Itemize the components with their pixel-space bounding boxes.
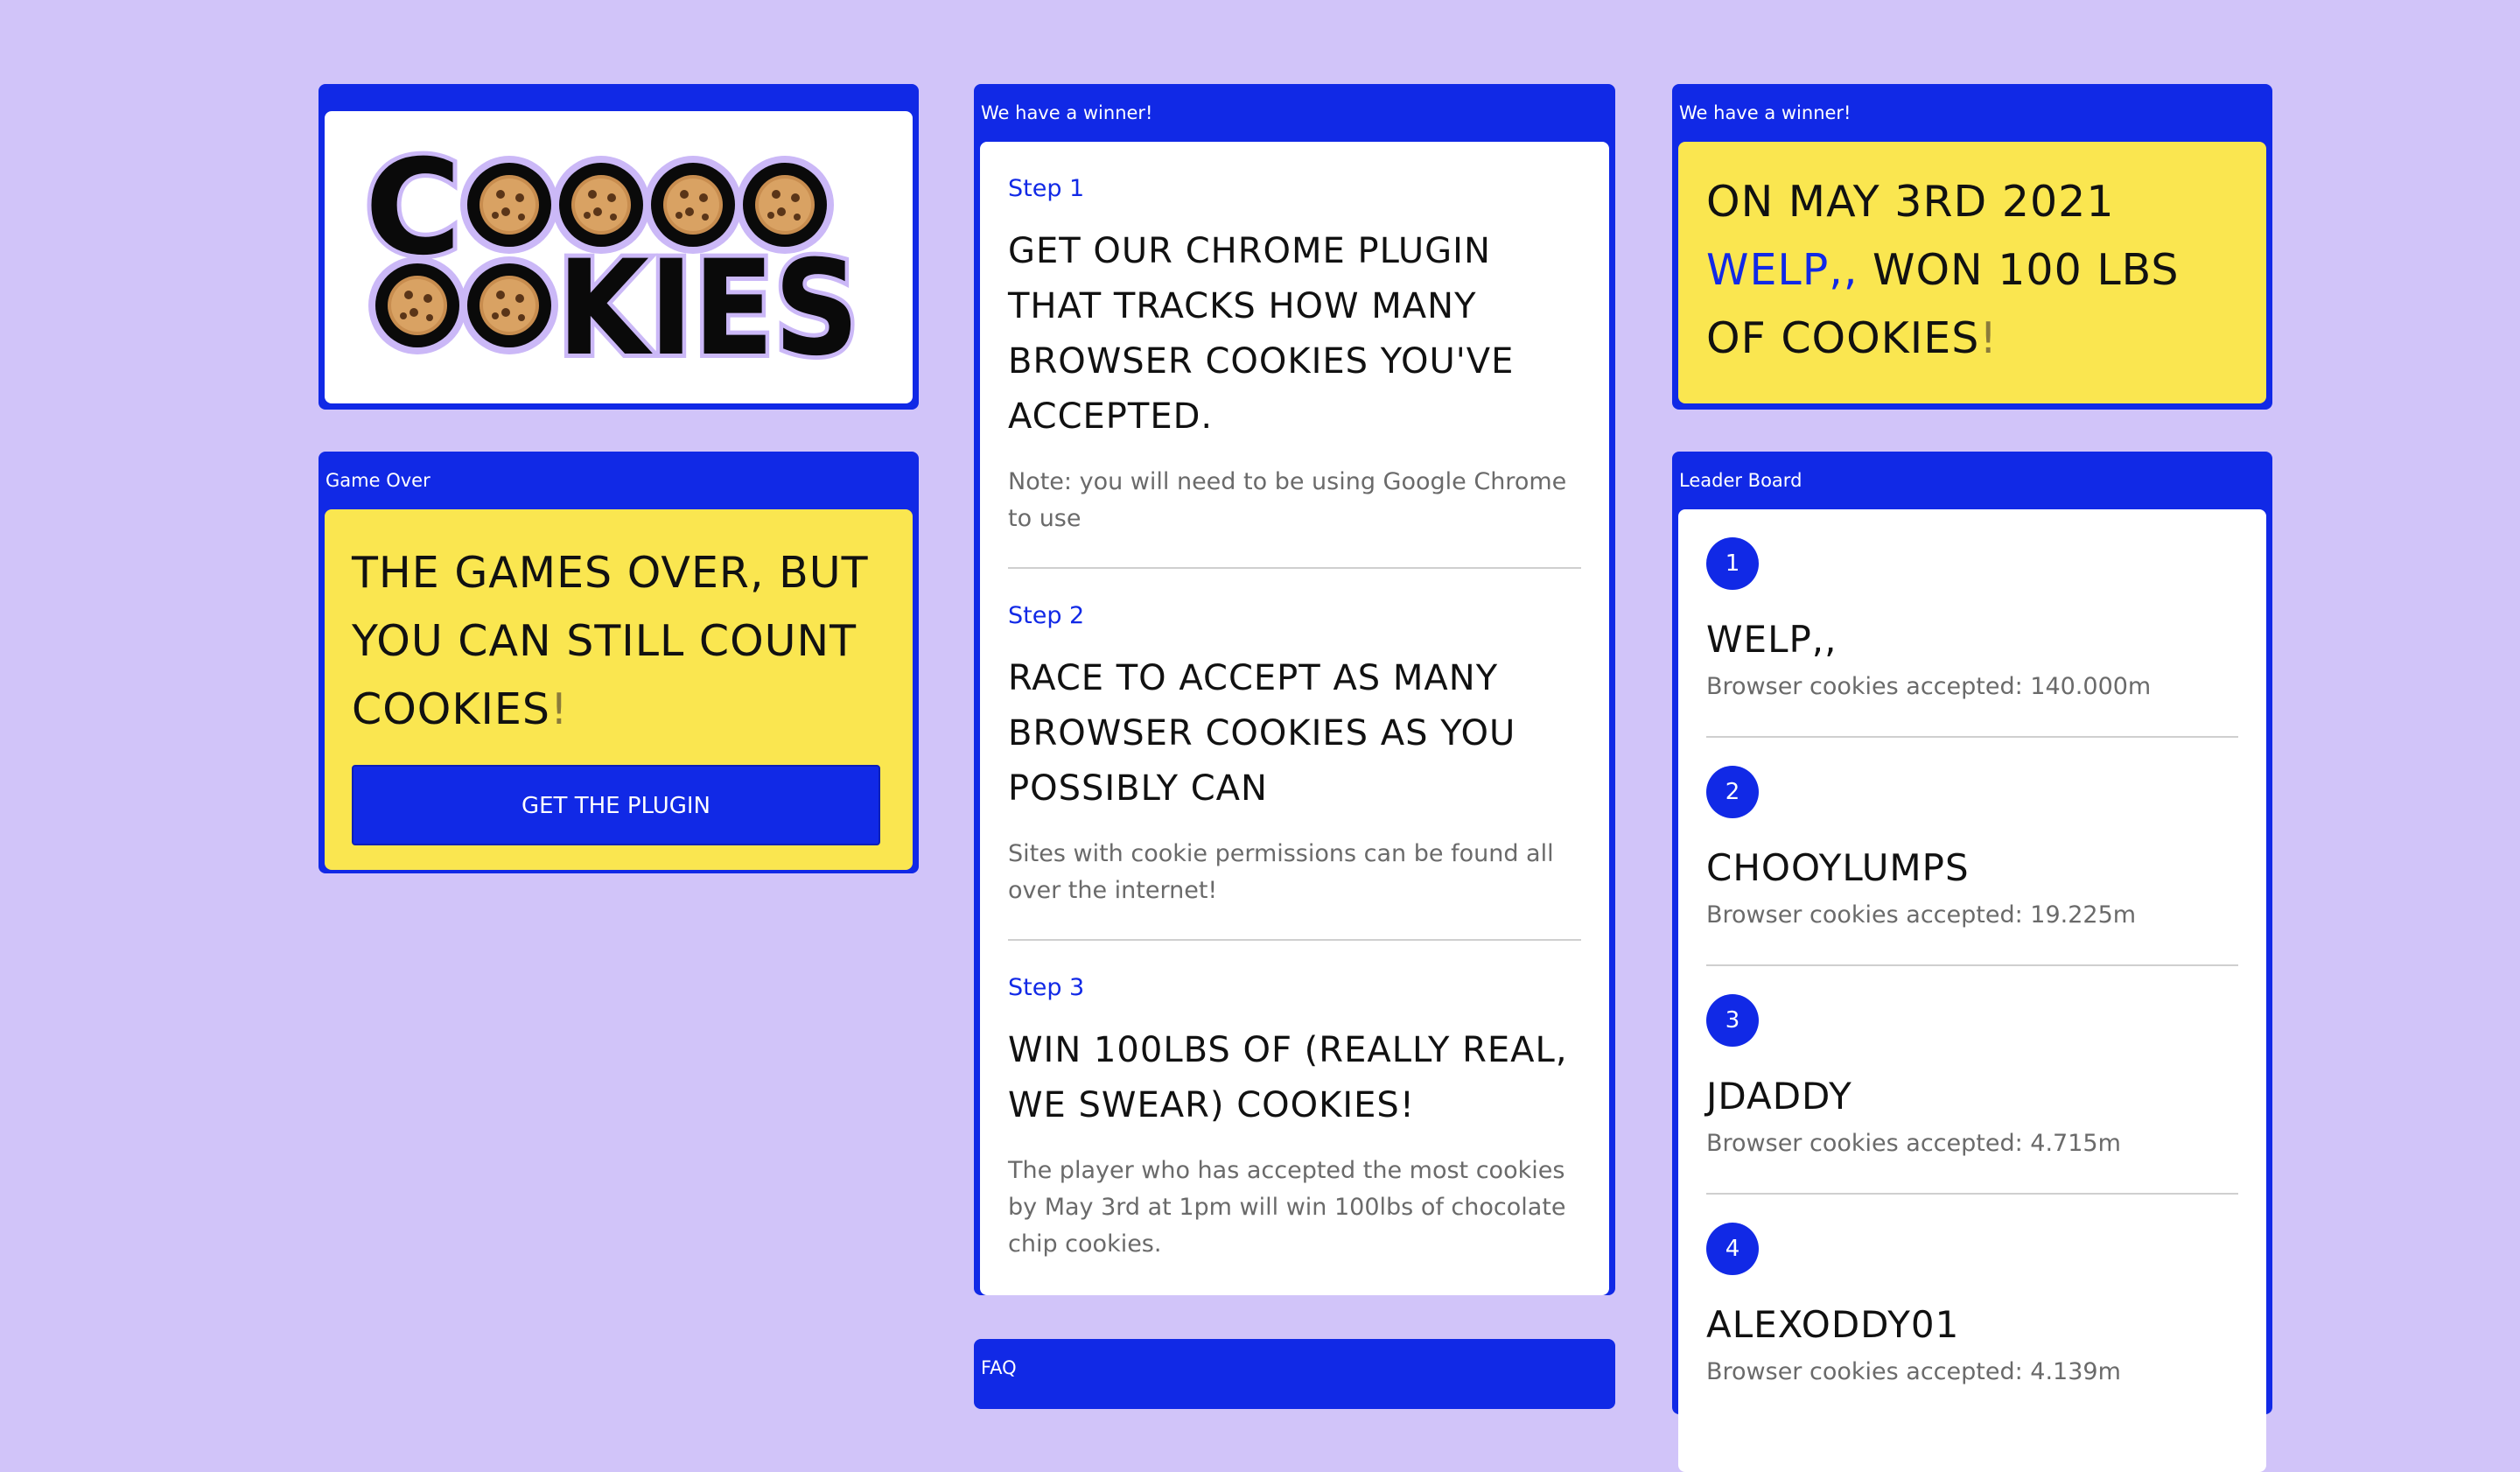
player-name: CHOOYLUMPS [1706, 846, 1970, 889]
faq-card: FAQ [974, 1339, 1615, 1409]
cookie-icon [460, 256, 558, 354]
cookie-count: Browser cookies accepted: 4.715m [1706, 1130, 2121, 1157]
step-label: Step 1 [1008, 175, 1085, 202]
step-note: Sites with cookie permissions can be fou… [1008, 840, 1554, 904]
player-name: ALEXODDY01 [1706, 1303, 1960, 1346]
step-item: Step 2 RACE TO ACCEPT AS MANY BROWSER CO… [1008, 569, 1581, 941]
logo-container: C KIES [325, 111, 913, 403]
winner-title: We have a winner! [1679, 102, 1852, 123]
winner-card: We have a winner! ON MAY 3RD 2021 WELP,, … [1672, 84, 2272, 410]
game-over-title: Game Over [326, 470, 430, 491]
leaderboard-card: Leader Board 1 WELP,, Browser cookies ac… [1672, 452, 2272, 1472]
player-name: WELP,, [1706, 618, 1838, 661]
rank-badge: 1 [1706, 537, 1759, 590]
steps-card: We have a winner! Step 1 GET OUR CHROME … [974, 84, 1615, 1295]
player-name: JDADDY [1706, 1075, 1852, 1118]
cookie-icon [368, 256, 466, 354]
logo-card: C KIES [318, 84, 919, 410]
game-over-body: THE GAMES OVER, BUT YOU CAN STILL COUNT … [325, 509, 913, 870]
logo-letters-kies: KIES [557, 233, 859, 367]
leaderboard-row: 4 ALEXODDY01 Browser cookies accepted: 4… [1706, 1195, 2238, 1423]
rank-badge: 4 [1706, 1223, 1759, 1275]
leaderboard-title: Leader Board [1679, 470, 1802, 491]
step-headline: WIN 100LBS OF (REALLY REAL, WE SWEAR) CO… [1008, 1030, 1568, 1125]
faq-title: FAQ [981, 1357, 1017, 1378]
winner-name: WELP,, [1706, 245, 1858, 295]
step-headline: RACE TO ACCEPT AS MANY BROWSER COOKIES A… [1008, 658, 1516, 809]
winner-announcement: ON MAY 3RD 2021 WELP,, WON 100 LBS OF COO… [1706, 177, 2180, 363]
leaderboard-row: 2 CHOOYLUMPS Browser cookies accepted: 1… [1706, 738, 2238, 966]
cookies-logo: C KIES [365, 148, 864, 367]
step-label: Step 3 [1008, 974, 1085, 1001]
step-note: Note: you will need to be using Google C… [1008, 468, 1567, 532]
step-item: Step 1 GET OUR CHROME PLUGIN THAT TRACKS… [1008, 142, 1581, 569]
step-label: Step 2 [1008, 602, 1085, 629]
steps-title: We have a winner! [981, 102, 1153, 123]
get-plugin-button[interactable]: GET THE PLUGIN [352, 765, 880, 845]
step-note: The player who has accepted the most coo… [1008, 1157, 1566, 1258]
leaderboard-list: 1 WELP,, Browser cookies accepted: 140.0… [1678, 509, 2266, 1472]
game-over-headline: THE GAMES OVER, BUT YOU CAN STILL COUNT … [352, 548, 869, 734]
leaderboard-row: 3 JDADDY Browser cookies accepted: 4.715… [1706, 966, 2238, 1195]
rank-badge: 3 [1706, 994, 1759, 1047]
steps-list: Step 1 GET OUR CHROME PLUGIN THAT TRACKS… [980, 142, 1609, 1295]
step-item: Step 3 WIN 100LBS OF (REALLY REAL, WE SW… [1008, 941, 1581, 1293]
cookie-count: Browser cookies accepted: 4.139m [1706, 1358, 2121, 1385]
cookie-count: Browser cookies accepted: 19.225m [1706, 901, 2137, 929]
rank-badge: 2 [1706, 766, 1759, 818]
step-headline: GET OUR CHROME PLUGIN THAT TRACKS HOW MA… [1008, 231, 1515, 437]
leaderboard-row: 1 WELP,, Browser cookies accepted: 140.0… [1706, 509, 2238, 738]
cookie-count: Browser cookies accepted: 140.000m [1706, 673, 2152, 700]
winner-body: ON MAY 3RD 2021 WELP,, WON 100 LBS OF COO… [1678, 142, 2266, 403]
cookie-icon [460, 156, 558, 254]
game-over-card: Game Over THE GAMES OVER, BUT YOU CAN ST… [318, 452, 919, 873]
